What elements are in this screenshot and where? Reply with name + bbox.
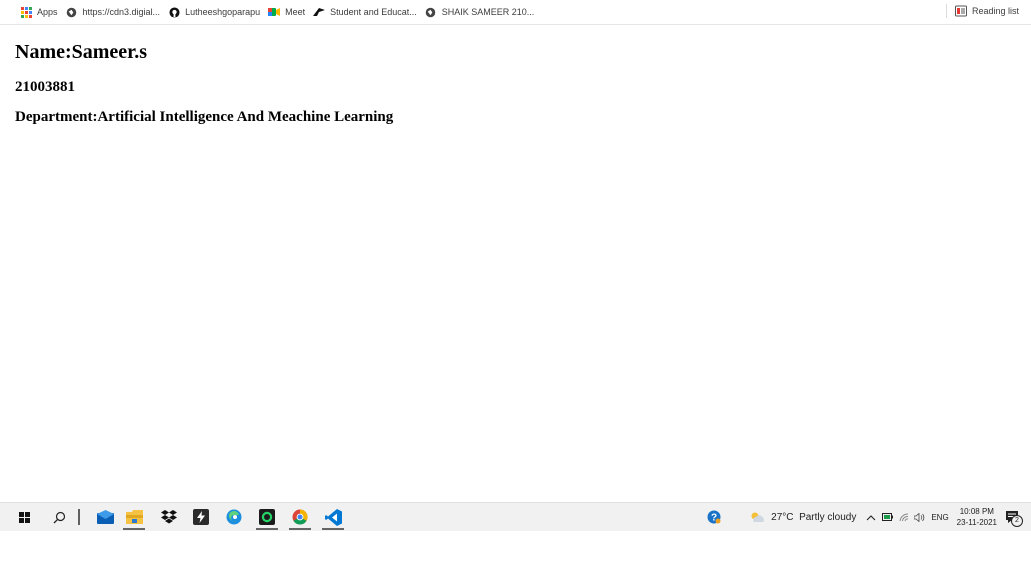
dropbox-icon[interactable] (156, 504, 182, 530)
windows-taskbar: ? 27°C Partly cloudy ENG 10:08 PM 23-11-… (0, 502, 1031, 531)
notification-count-badge: 2 (1011, 515, 1023, 527)
bookmark-shaik[interactable]: SHAIK SAMEER 210... (425, 6, 535, 18)
reading-list-icon (954, 5, 967, 17)
vscode-icon[interactable] (320, 504, 346, 530)
bookmark-label: https://cdn3.digial... (82, 7, 161, 17)
globe-icon (66, 6, 78, 18)
partly-cloudy-icon (749, 511, 765, 523)
windows-start-icon[interactable] (11, 504, 37, 530)
bookmark-meet[interactable]: Meet (268, 6, 305, 18)
mail-icon[interactable] (92, 504, 118, 530)
weather-widget[interactable]: 27°C Partly cloudy (749, 511, 856, 523)
bookmark-label: Lutheeshgoparapu (185, 7, 261, 17)
reading-list-label: Reading list (971, 6, 1019, 16)
bookmark-github[interactable]: Lutheeshgoparapu (168, 6, 260, 18)
task-view-divider-icon[interactable] (66, 504, 92, 530)
bookmark-label: Apps (37, 7, 58, 17)
volume-icon[interactable] (914, 512, 925, 522)
bookmark-cdn3[interactable]: https://cdn3.digial... (66, 6, 161, 18)
student-icon (313, 6, 326, 18)
wifi-icon[interactable] (899, 512, 909, 522)
name-heading: Name:Sameer.s (15, 41, 148, 63)
whatsapp-icon[interactable] (254, 504, 280, 530)
clock-time: 10:08 PM (959, 507, 994, 516)
meet-icon (268, 6, 281, 18)
bookmark-apps[interactable]: Apps (20, 6, 58, 18)
edge-browser-icon[interactable] (221, 504, 247, 530)
file-explorer-icon[interactable] (121, 504, 147, 530)
notification-center-icon[interactable]: 2 (1005, 510, 1023, 527)
bookmark-label: Meet (285, 7, 306, 17)
bookmark-student[interactable]: Student and Educat... (313, 6, 417, 18)
system-tray: ? 27°C Partly cloudy ENG 10:08 PM 23-11-… (707, 503, 1031, 531)
chrome-browser-icon[interactable] (287, 504, 313, 530)
chevron-up-icon[interactable] (866, 514, 876, 521)
bookmark-label: Student and Educat... (330, 7, 417, 17)
bookmarks-bar: Apps https://cdn3.digial... Lutheeshgopa… (0, 0, 1031, 25)
reading-list-button[interactable]: Reading list (945, 4, 1019, 18)
apps-grid-icon (20, 6, 32, 18)
battery-icon[interactable] (882, 513, 894, 521)
lightning-app-icon[interactable] (188, 504, 214, 530)
weather-text: 27°C Partly cloudy (771, 511, 857, 523)
bookmark-label: SHAIK SAMEER 210... (441, 7, 535, 17)
language-indicator[interactable]: ENG (931, 513, 948, 522)
department-heading: Department:Artificial Intelligence And M… (15, 109, 394, 125)
help-icon[interactable]: ? (707, 510, 721, 524)
id-heading: 21003881 (15, 79, 75, 95)
github-icon (168, 6, 180, 18)
clock-date: 23-11-2021 (956, 518, 997, 527)
globe-icon (425, 6, 437, 18)
clock[interactable]: 10:08 PM 23-11-2021 (957, 506, 997, 528)
divider (945, 4, 947, 18)
